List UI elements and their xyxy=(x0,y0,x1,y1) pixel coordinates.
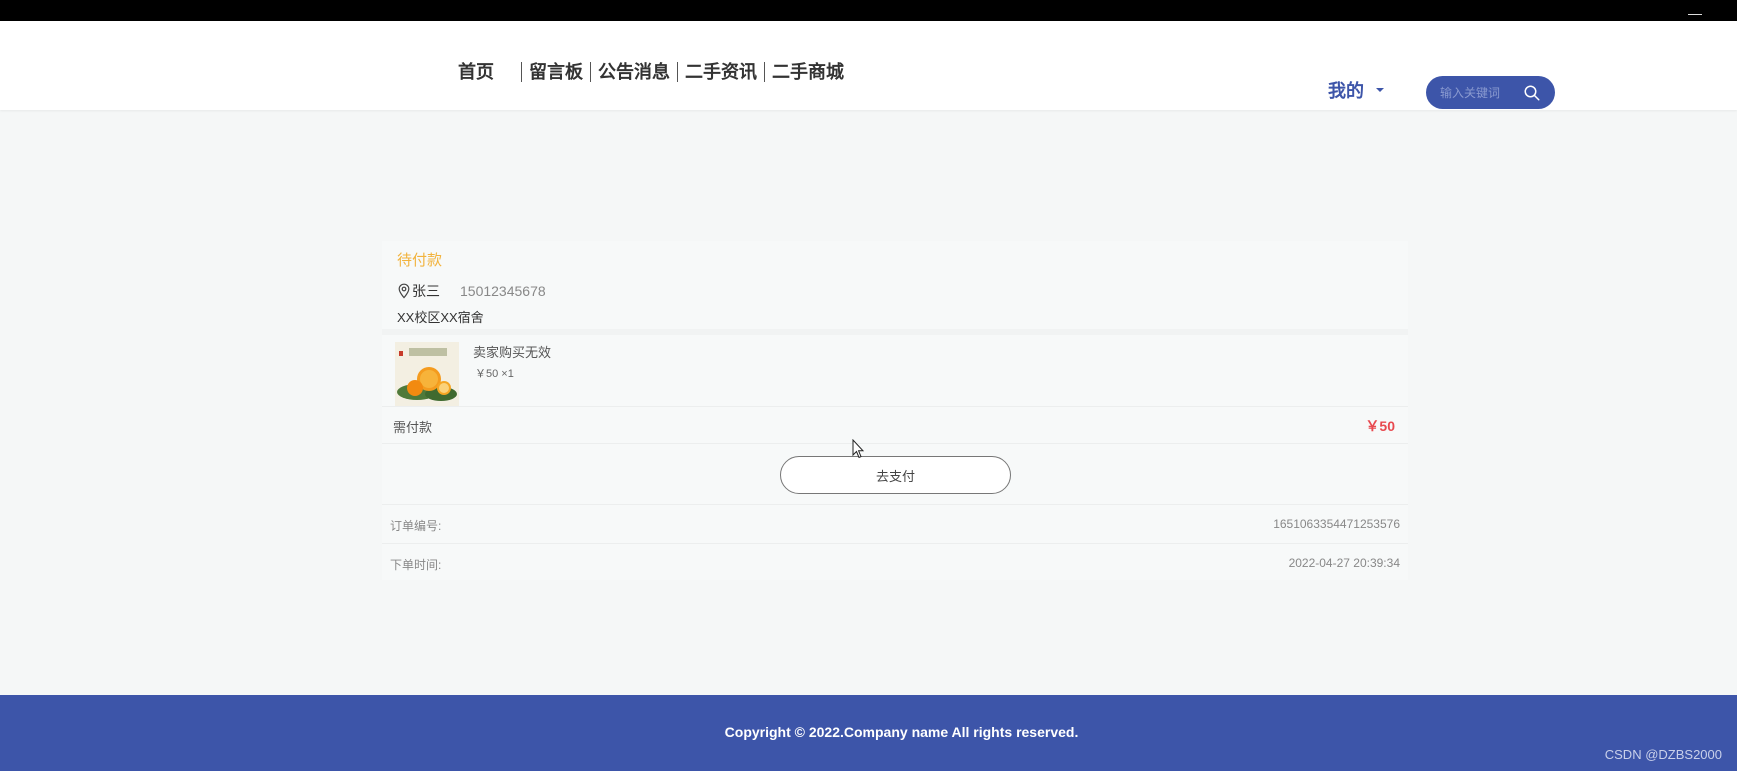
orange-product-illustration xyxy=(395,342,459,406)
product-row: 卖家购买无效 ￥50 ×1 xyxy=(382,335,1408,407)
nav-message-board[interactable]: 留言板 xyxy=(524,61,588,83)
amount-due-value: ￥50 xyxy=(1365,418,1395,434)
site-header: 首页 留言板 公告消息 二手资讯 二手商城 我的 xyxy=(0,21,1737,110)
nav-news[interactable]: 二手资讯 xyxy=(680,61,762,83)
user-menu-dropdown[interactable]: 我的 xyxy=(1328,77,1384,103)
search-icon[interactable] xyxy=(1523,84,1541,102)
nav-home[interactable]: 首页 xyxy=(453,61,499,83)
site-footer: Copyright © 2022.Company name All rights… xyxy=(0,695,1737,771)
location-pin-icon xyxy=(398,283,410,299)
chevron-down-icon xyxy=(1376,88,1384,92)
order-number-value: 1651063354471253576 xyxy=(1273,517,1400,531)
product-name[interactable]: 卖家购买无效 xyxy=(473,342,551,361)
watermark-text: CSDN @DZBS2000 xyxy=(1604,747,1722,762)
nav-divider xyxy=(590,62,591,82)
order-number-label: 订单编号: xyxy=(390,519,442,533)
receiver-info: 张三 15012345678 xyxy=(397,281,546,301)
order-time-value: 2022-04-27 20:39:34 xyxy=(1288,556,1400,570)
nav-divider xyxy=(521,62,522,82)
main-nav: 首页 留言板 公告消息 二手资讯 二手商城 xyxy=(453,58,849,86)
pay-row: 去支付 xyxy=(382,444,1408,505)
amount-due-row: 需付款 ￥50 xyxy=(382,407,1408,444)
nav-mall[interactable]: 二手商城 xyxy=(767,61,849,83)
nav-divider xyxy=(764,62,765,82)
order-status: 待付款 xyxy=(397,252,443,269)
receiver-phone: 15012345678 xyxy=(460,283,546,299)
product-price-qty: ￥50 ×1 xyxy=(475,368,514,380)
amount-due-label: 需付款 xyxy=(393,420,433,435)
mouse-cursor-icon xyxy=(852,439,864,459)
nav-announcements[interactable]: 公告消息 xyxy=(593,61,675,83)
user-menu-label: 我的 xyxy=(1328,81,1364,101)
receiver-name: 张三 xyxy=(412,283,440,299)
order-time-row: 下单时间: 2022-04-27 20:39:34 xyxy=(382,544,1408,580)
window-titlebar xyxy=(0,0,1737,38)
order-time-label: 下单时间: xyxy=(390,558,442,572)
nav-divider xyxy=(677,62,678,82)
pay-button[interactable]: 去支付 xyxy=(780,456,1011,494)
address-section: 待付款 张三 15012345678 XX校区XX宿舍 xyxy=(382,241,1408,335)
product-image[interactable] xyxy=(395,342,459,406)
order-card: 待付款 张三 15012345678 XX校区XX宿舍 卖家购买无效 ￥50 ×… xyxy=(382,241,1408,580)
search-input[interactable] xyxy=(1438,84,1522,101)
receiver-address: XX校区XX宿舍 xyxy=(397,310,484,325)
copyright-text: Copyright © 2022.Company name All rights… xyxy=(724,724,1079,740)
order-number-row: 订单编号: 1651063354471253576 xyxy=(382,505,1408,544)
search-box xyxy=(1426,76,1555,109)
